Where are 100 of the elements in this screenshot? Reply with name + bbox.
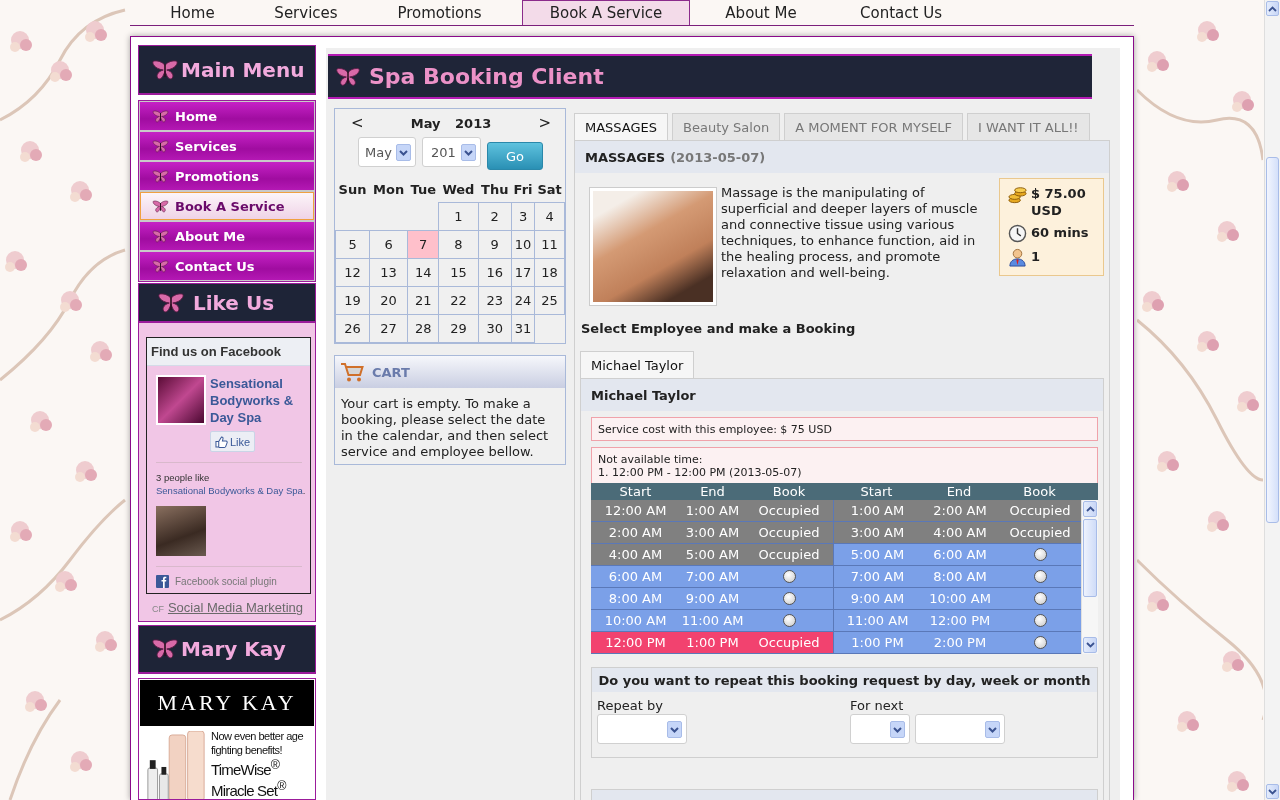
service-tab[interactable]: I WANT IT ALL!! bbox=[967, 113, 1090, 140]
slot-start-time: 5:00 AM bbox=[850, 547, 905, 562]
facebook-icon bbox=[156, 575, 169, 588]
slot-start-time: 6:00 AM bbox=[608, 569, 663, 584]
booking-radio[interactable] bbox=[1033, 636, 1047, 649]
calendar-day[interactable]: 27 bbox=[369, 314, 408, 343]
slot-end-time: 12:00 PM bbox=[929, 613, 991, 628]
month-select[interactable]: May bbox=[358, 137, 416, 167]
calendar-day[interactable]: 16 bbox=[478, 258, 512, 287]
scroll-down-button[interactable] bbox=[1266, 784, 1279, 799]
nav-tab[interactable]: Book A Service bbox=[522, 0, 690, 25]
calendar-day[interactable]: 29 bbox=[438, 314, 478, 343]
nav-tab[interactable]: Services bbox=[255, 0, 357, 25]
logo-placeholder bbox=[156, 375, 206, 425]
slot-end-time: 1:00 AM bbox=[685, 503, 740, 518]
booking-radio[interactable] bbox=[782, 614, 796, 627]
calendar-day[interactable]: 3 bbox=[511, 202, 535, 231]
scroll-down-button[interactable] bbox=[1083, 637, 1097, 653]
calendar-day[interactable]: 10 bbox=[511, 230, 535, 259]
page-link[interactable]: Sensational Bodyworks & Day Spa bbox=[156, 485, 303, 496]
calendar-day[interactable]: 24 bbox=[511, 286, 535, 315]
service-tab[interactable]: Beauty Salon bbox=[672, 113, 781, 140]
calendar-day[interactable]: 26 bbox=[335, 314, 370, 343]
slot-end-time: 6:00 AM bbox=[933, 547, 987, 562]
calendar-day[interactable]: 7 bbox=[407, 230, 439, 259]
next-month-button[interactable]: > bbox=[538, 114, 551, 132]
scrollbar-thumb[interactable] bbox=[1083, 519, 1097, 597]
caret-up-icon bbox=[1085, 506, 1095, 512]
calendar-day[interactable]: 18 bbox=[534, 258, 565, 287]
menu-item[interactable]: Promotions bbox=[140, 162, 314, 190]
calendar-day[interactable]: 14 bbox=[407, 258, 439, 287]
slot-start-time: 4:00 AM bbox=[608, 547, 663, 562]
employee-tab[interactable]: Michael Taylor bbox=[580, 351, 695, 378]
occupied-label: Occupied bbox=[758, 503, 820, 518]
credit-link[interactable]: Social Media Marketing bbox=[167, 600, 304, 615]
calendar-day[interactable]: 5 bbox=[335, 230, 370, 259]
column-header: Start bbox=[860, 483, 893, 500]
occupied-label: Occupied bbox=[1009, 503, 1071, 518]
butterfly-icon bbox=[152, 139, 169, 153]
menu-item[interactable]: Book A Service bbox=[140, 192, 314, 220]
booking-radio[interactable] bbox=[782, 570, 796, 583]
booking-radio[interactable] bbox=[1033, 592, 1047, 605]
menu-item[interactable]: Contact Us bbox=[140, 252, 314, 280]
nav-tab[interactable]: About Me bbox=[690, 0, 832, 25]
clock-icon bbox=[1008, 224, 1027, 243]
ad-tagline: Now even better age fighting benefits! bbox=[211, 729, 304, 757]
page-scrollbar[interactable] bbox=[1264, 0, 1280, 800]
calendar-day[interactable]: 19 bbox=[335, 286, 370, 315]
calendar-day[interactable]: 11 bbox=[534, 230, 565, 259]
calendar-day[interactable]: 15 bbox=[438, 258, 478, 287]
service-capacity: 1 bbox=[1031, 248, 1041, 265]
year-select[interactable]: 201 bbox=[422, 137, 481, 167]
table-scrollbar[interactable] bbox=[1081, 500, 1098, 654]
ad-banner[interactable]: MARY KAY Now even better age fighting benefits! TimeWise$^{®}$ Miracle Set$^{®}$ bbox=[138, 678, 316, 800]
calendar-day[interactable]: 13 bbox=[369, 258, 408, 287]
weekday-label: Mon bbox=[372, 181, 406, 200]
booking-radio[interactable] bbox=[1033, 570, 1047, 583]
scroll-up-button[interactable] bbox=[1266, 1, 1279, 16]
calendar-day[interactable]: 4 bbox=[534, 202, 565, 231]
occupied-label: Occupied bbox=[758, 525, 820, 540]
calendar-day[interactable]: 21 bbox=[407, 286, 439, 315]
calendar-day[interactable]: 6 bbox=[369, 230, 408, 259]
booking-radio[interactable] bbox=[1033, 548, 1047, 561]
weekday-label: Wed bbox=[438, 177, 478, 203]
calendar-day[interactable]: 17 bbox=[511, 258, 535, 287]
repeat-title: Do you want to repeat this booking request by day, week or month bbox=[592, 668, 1097, 692]
service-tab[interactable]: A MOMENT FOR MYSELF bbox=[784, 113, 964, 140]
booking-radio[interactable] bbox=[782, 592, 796, 605]
calendar-day[interactable]: 12 bbox=[335, 258, 370, 287]
scrollbar-thumb[interactable] bbox=[1266, 157, 1279, 523]
calendar-day[interactable]: 31 bbox=[511, 314, 535, 343]
nav-tab[interactable]: Promotions bbox=[357, 0, 522, 25]
calendar-day[interactable]: 28 bbox=[407, 314, 439, 343]
nav-tab[interactable]: Contact Us bbox=[832, 0, 970, 25]
calendar-day[interactable]: 30 bbox=[478, 314, 512, 343]
booking-radio[interactable] bbox=[1033, 614, 1047, 627]
field-label: For next bbox=[850, 698, 904, 714]
calendar-day[interactable]: 23 bbox=[478, 286, 512, 315]
previous-month-button[interactable]: < bbox=[351, 114, 364, 132]
coins-icon bbox=[1008, 185, 1027, 204]
page-link[interactable]: Sensational Bodyworks & Day Spa bbox=[210, 375, 306, 426]
nav-tab[interactable]: Home bbox=[130, 0, 255, 25]
calendar-day[interactable]: 22 bbox=[438, 286, 478, 315]
butterfly-icon bbox=[152, 259, 169, 273]
slot-end-time: 5:00 AM bbox=[685, 547, 740, 562]
calendar-day[interactable]: 8 bbox=[438, 230, 478, 259]
menu-item[interactable]: Services bbox=[140, 132, 314, 160]
calendar-day[interactable]: 9 bbox=[478, 230, 512, 259]
menu-item[interactable]: About Me bbox=[140, 222, 314, 250]
cart-message: Your cart is empty. To make a booking, please select the date in the calendar, and then select service and employee bellow. bbox=[340, 395, 550, 461]
scroll-up-button[interactable] bbox=[1083, 501, 1097, 517]
service-tab[interactable]: MASSAGES bbox=[574, 113, 669, 140]
calendar-day[interactable]: 2 bbox=[478, 202, 512, 231]
caret-up-icon bbox=[1268, 5, 1277, 12]
calendar-day[interactable]: 1 bbox=[438, 202, 478, 231]
menu-item[interactable]: Home bbox=[140, 102, 314, 130]
calendar-day[interactable]: 20 bbox=[369, 286, 408, 315]
like-button[interactable]: Like bbox=[210, 431, 256, 452]
calendar-day[interactable]: 25 bbox=[534, 286, 565, 315]
slot-start-time: 2:00 AM bbox=[608, 525, 663, 540]
